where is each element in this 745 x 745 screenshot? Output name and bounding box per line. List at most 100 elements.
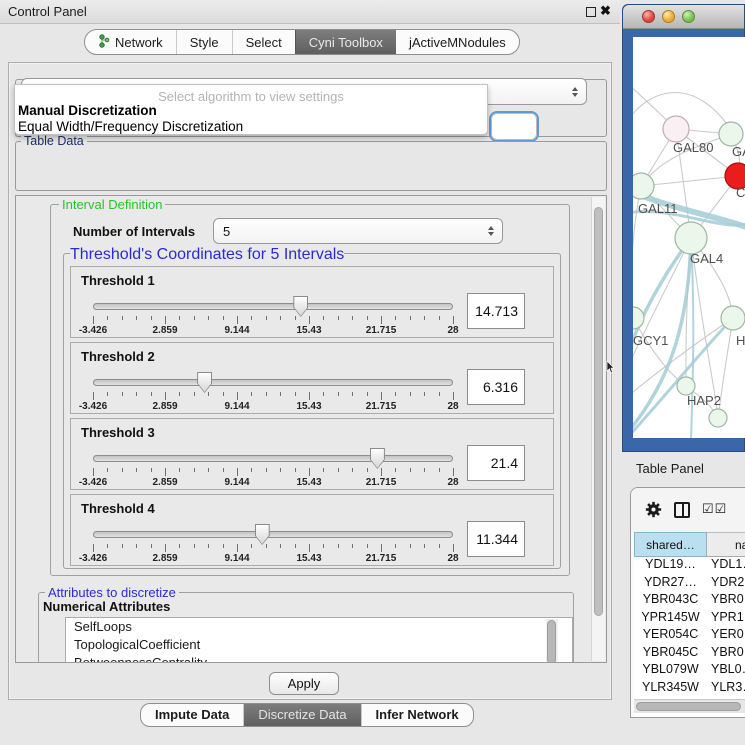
tab-impute-data[interactable]: Impute Data [141,704,243,726]
attributes-group: Attributes to discretize Numerical Attri… [38,592,574,663]
column-header-name[interactable]: na [707,532,745,557]
number-of-intervals-value: 5 [223,224,230,239]
network-canvas[interactable]: GAL80GACGAL11GAL4GCY1HHAP2 [633,37,745,438]
tab-network[interactable]: Network [85,30,176,54]
threshold-value-field[interactable]: 6.316 [467,369,525,405]
threshold-panel-3: Threshold 3-3.4262.8599.14415.4321.71528… [70,418,554,490]
threshold-slider[interactable]: -3.4262.8599.14415.4321.71528 [93,523,453,563]
slider-track[interactable] [93,455,453,462]
tab-jactivemnodules[interactable]: jActiveMNodules [396,30,519,54]
zoom-traffic-light[interactable] [682,10,695,23]
network-icon [98,34,110,51]
top-tabs: NetworkStyleSelectCyni ToolboxjActiveMNo… [84,29,520,55]
panel-title: Control Panel [8,4,87,19]
cell-shared-name: YDL19… [634,557,707,571]
cell-name: YBR0… [711,645,745,659]
menu-item-manual-discretization[interactable]: Manual Discretization [18,103,157,118]
close-icon[interactable]: ✖ [600,3,611,19]
network-node-green[interactable] [633,173,654,199]
table-panel-title: Table Panel [636,461,704,476]
network-node-green[interactable] [675,222,707,254]
network-node-green[interactable] [709,409,727,427]
cell-shared-name: YBR043C [634,592,707,606]
menu-item-equal-width-frequency[interactable]: Equal Width/Frequency Discretization [18,119,243,134]
slider-ticks [93,466,453,475]
slider-track[interactable] [93,379,453,386]
threshold-slider[interactable]: -3.4262.8599.14415.4321.71528 [93,447,453,487]
cell-name: YLR3… [711,680,745,694]
cell-shared-name: YDR27… [634,575,707,589]
attributes-group-title: Attributes to discretize [45,585,179,600]
tab-discretize-data[interactable]: Discretize Data [243,704,360,726]
threshold-slider[interactable]: -3.4262.8599.14415.4321.71528 [93,295,453,335]
network-node-green[interactable] [633,307,644,329]
tab-cyni-toolbox[interactable]: Cyni Toolbox [295,30,396,54]
threshold-value-field[interactable]: 21.4 [467,445,525,481]
network-node-pink[interactable] [663,116,689,142]
algorithm-dropdown-popup: Select algorithm to view settings Manual… [14,84,488,135]
tab-select[interactable]: Select [232,30,295,54]
slider-track[interactable] [93,303,453,310]
threshold-panel-2: Threshold 2-3.4262.8599.14415.4321.71528… [70,342,554,414]
network-view-window: GAL80GACGAL11GAL4GCY1HHAP2 [622,4,745,452]
gear-icon[interactable] [645,501,662,523]
network-node-green[interactable] [721,306,745,330]
table-data-title: Table Data [21,134,87,148]
spinner-arrows-icon [488,226,494,236]
table-data-group [15,141,607,191]
cell-shared-name: YPR145W [634,610,707,624]
apply-button[interactable]: Apply [269,672,339,695]
network-edge [641,176,738,186]
node-label: GCY1 [633,333,668,348]
table-horizontal-scrollbar[interactable] [634,699,745,713]
table-row[interactable]: YBR043CYBR0… [634,592,745,610]
table-row[interactable]: YER054CYER0… [634,627,745,645]
slider-tick-labels: -3.4262.8599.14415.4321.71528 [93,553,453,565]
float-window-icon[interactable] [586,7,596,17]
cell-name: YBL0… [711,662,745,676]
network-window-titlebar [623,5,744,29]
algorithm-combo[interactable] [491,113,537,140]
algorithm-hint: Select algorithm to view settings [15,89,487,104]
threshold-slider[interactable]: -3.4262.8599.14415.4321.71528 [93,371,453,411]
close-traffic-light[interactable] [642,10,655,23]
table-row[interactable]: YDR27…YDR2… [634,575,745,593]
slider-track[interactable] [93,531,453,538]
list-item[interactable]: TopologicalCoefficient [66,636,572,654]
number-of-intervals-combo[interactable]: 5 [213,218,503,244]
threshold-value-field[interactable]: 14.713 [467,293,525,329]
spinner-arrows-icon [572,87,578,97]
column-header-shared-name[interactable]: shared… [634,532,707,557]
cyni-toolbox-panel: Discretization Algorithm Select algorith… [8,62,612,700]
threshold-value-field[interactable]: 11.344 [467,521,525,557]
table-row[interactable]: YDL19…YDL1… [634,557,745,575]
table-row[interactable]: YBR045C YBR0… [634,645,745,663]
cell-name: YPR1… [711,610,745,624]
list-item[interactable]: SelfLoops [66,618,572,636]
tab-infer-network[interactable]: Infer Network [361,704,473,726]
split-columns-icon[interactable] [674,502,690,518]
table-row[interactable]: YLR345WYLR3… [634,680,745,698]
checkbox-icons[interactable]: ☑☑ [702,501,727,517]
table-row[interactable]: YBL079WYBL0… [634,662,745,680]
network-node-green[interactable] [719,122,743,146]
slider-ticks [93,390,453,399]
minimize-traffic-light[interactable] [662,10,675,23]
table-row[interactable]: YPR145W YPR1… [634,610,745,628]
node-label: HAP2 [687,393,721,408]
threshold-label: Threshold 1 [81,273,155,288]
bottom-tabs: Impute DataDiscretize DataInfer Network [140,703,474,727]
mouse-cursor [606,361,615,379]
thresholds-group-title: Threshold's Coordinates for 5 Intervals [70,246,344,264]
list-item[interactable]: BetweennessCentrality [66,654,572,663]
network-edge [633,318,686,386]
panel-scrollbar[interactable] [591,197,605,661]
list-scrollbar[interactable] [546,619,558,663]
threshold-panel-1: Threshold 1 -3.4262.8599.14415.4321.71528… [70,266,554,338]
numerical-attributes-list[interactable]: SelfLoopsTopologicalCoefficientBetweenne… [65,617,573,663]
tab-style[interactable]: Style [176,30,232,54]
cell-shared-name: YBR045C [634,645,707,659]
table-toolbar: ☑☑ [631,488,745,532]
node-label: GAL4 [690,251,723,266]
cell-name: YER0… [711,627,745,641]
